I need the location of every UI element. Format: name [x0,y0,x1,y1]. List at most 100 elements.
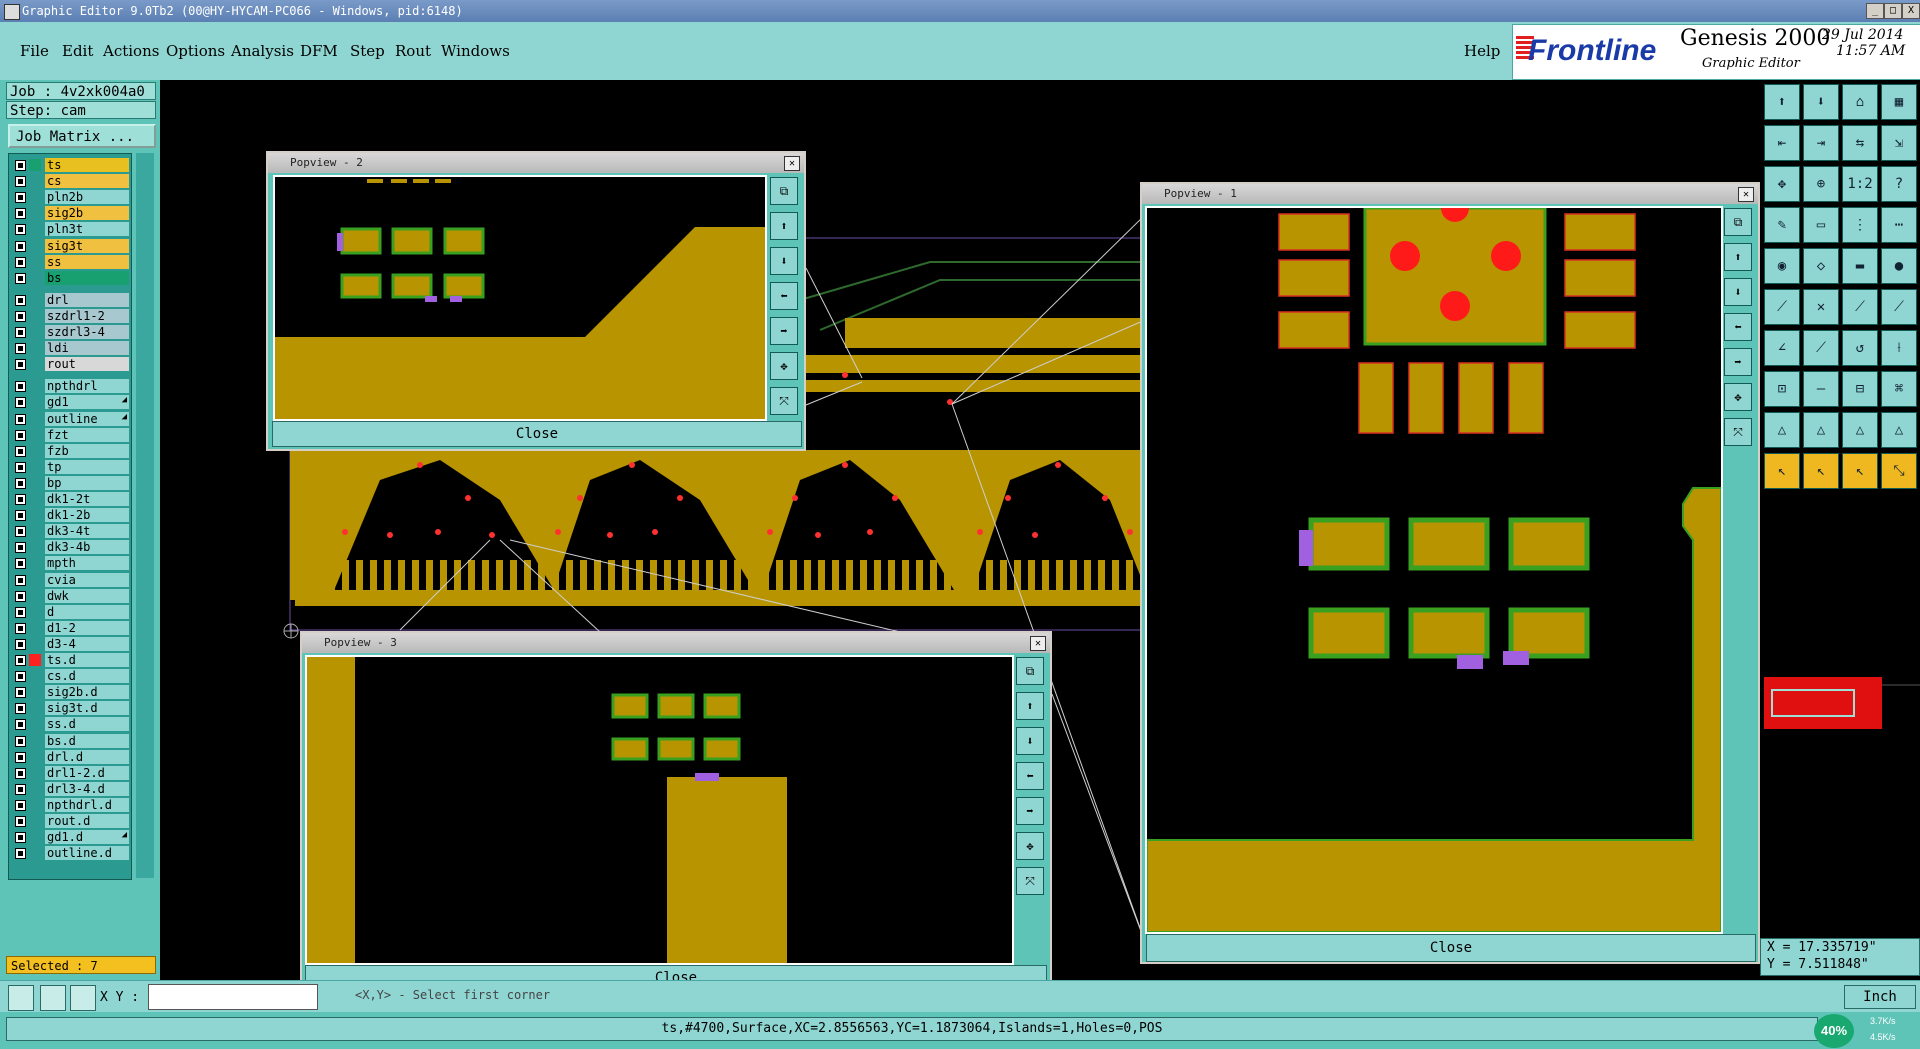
layer-row-ss.d[interactable]: ss.d [11,717,129,732]
layer-checkbox[interactable] [15,848,26,860]
palette-tool-20-icon[interactable]: ● [1881,248,1917,284]
layer-checkbox[interactable] [15,294,26,306]
layer-checkbox[interactable] [15,655,26,666]
palette-tool-28-icon[interactable]: ⟊ [1881,330,1917,366]
layer-checkbox[interactable] [15,719,26,731]
layer-checkbox[interactable] [15,574,26,586]
popview-1-tool-6[interactable]: ✥ [1724,383,1752,411]
layer-checkbox[interactable] [15,477,26,489]
layer-row-sig2b.d[interactable]: sig2b.d [11,685,129,700]
app-icon[interactable] [4,4,20,20]
overview-map[interactable] [1762,675,1920,733]
palette-tool-4-icon[interactable]: ▦ [1881,84,1917,120]
popview-2-tool-1[interactable]: ⧉ [770,177,798,205]
menu-dfm[interactable]: DFM [300,42,338,60]
palette-tool-21-icon[interactable]: ⟋ [1764,289,1800,325]
menu-step[interactable]: Step [350,42,385,60]
layer-row-d3-4[interactable]: d3-4 [11,636,129,651]
palette-tool-1-icon[interactable]: ⬆ [1764,84,1800,120]
popview-2-tool-5[interactable]: ➡ [770,317,798,345]
job-matrix-button[interactable]: Job Matrix ... [8,124,156,148]
menu-analysis[interactable]: Analysis [231,42,294,60]
layer-checkbox[interactable] [15,494,26,505]
layer-checkbox[interactable] [15,816,26,827]
popview-1-tool-2[interactable]: ⬆ [1724,243,1752,271]
popview-1-title[interactable]: Popview - 1 [1142,184,1758,204]
menu-actions[interactable]: Actions [103,42,159,60]
popview-2-canvas[interactable] [273,175,767,421]
layer-checkbox[interactable] [15,272,26,284]
layer-checkbox[interactable] [15,558,26,570]
layer-checkbox[interactable] [15,240,26,252]
layer-row-sig3t[interactable]: sig3t [11,238,129,253]
palette-tool-11-icon[interactable]: 1:2 [1842,166,1878,202]
layer-row-gd1[interactable]: gd1 ◢ [11,395,129,410]
layer-checkbox[interactable] [15,381,26,393]
layer-checkbox[interactable] [15,703,26,715]
popview-2-tool-3[interactable]: ⬇ [770,247,798,275]
palette-tool-8-icon[interactable]: ⇲ [1881,125,1917,161]
popview-2-tool-7[interactable]: ⤧ [770,387,798,415]
layer-row-mpth[interactable]: mpth [11,556,129,571]
menu-rout[interactable]: Rout [395,42,431,60]
popview-2-tool-4[interactable]: ⬅ [770,282,798,310]
layer-checkbox[interactable] [15,622,26,634]
layer-row-pln3t[interactable]: pln3t [11,222,129,237]
palette-tool-17-icon[interactable]: ◉ [1764,248,1800,284]
palette-tool-15-icon[interactable]: ⋮ [1842,207,1878,243]
popview-3-tool-5[interactable]: ➡ [1016,797,1044,825]
layer-checkbox[interactable] [15,327,26,338]
layer-checkbox[interactable] [15,783,26,795]
units-selector[interactable]: Inch [1844,985,1916,1009]
palette-tool-22-icon[interactable]: ✕ [1803,289,1839,325]
layer-checkbox[interactable] [15,192,26,204]
popview-1-tool-4[interactable]: ⬅ [1724,313,1752,341]
layer-row-fzb[interactable]: fzb [11,443,129,458]
popview-3-tool-3[interactable]: ⬇ [1016,727,1044,755]
snap-icon[interactable] [8,985,34,1011]
palette-tool-12-icon[interactable]: ? [1881,166,1917,202]
palette-tool-32-icon[interactable]: ⌘ [1881,371,1917,407]
layer-row-npthdrl[interactable]: npthdrl [11,379,129,394]
layer-checkbox[interactable] [15,832,26,844]
layer-row-fzt[interactable]: fzt [11,427,129,442]
palette-tool-16-icon[interactable]: ⋯ [1881,207,1917,243]
layer-checkbox[interactable] [15,397,26,409]
palette-tool-23-icon[interactable]: ⟋ [1842,289,1878,325]
popview-3-canvas[interactable] [305,655,1014,965]
grid-icon[interactable] [70,985,96,1011]
layer-row-drl[interactable]: drl [11,292,129,307]
popview-1-tool-3[interactable]: ⬇ [1724,278,1752,306]
layer-row-bp[interactable]: bp [11,475,129,490]
layer-row-bs[interactable]: bs [11,270,129,285]
layer-row-ldi[interactable]: ldi [11,341,129,356]
layer-list-scrollbar[interactable] [136,153,154,878]
layer-row-tp[interactable]: tp [11,459,129,474]
layer-checkbox[interactable] [15,751,26,763]
popview-1-close-icon[interactable]: ✕ [1738,187,1754,202]
palette-tool-7-icon[interactable]: ⇆ [1842,125,1878,161]
measure-icon[interactable] [40,985,66,1011]
palette-tool-19-icon[interactable]: ▬ [1842,248,1878,284]
layer-checkbox[interactable] [15,687,26,699]
palette-tool-38-icon[interactable]: ↖ [1803,453,1839,489]
popview-3-tool-2[interactable]: ⬆ [1016,692,1044,720]
palette-tool-39-icon[interactable]: ↖ [1842,453,1878,489]
popview-3-title[interactable]: Popview - 3 [302,633,1050,653]
layer-checkbox[interactable] [15,413,26,425]
layer-checkbox[interactable] [15,224,26,236]
palette-tool-30-icon[interactable]: — [1803,371,1839,407]
maximize-button[interactable]: □ [1884,3,1902,19]
palette-tool-5-icon[interactable]: ⇤ [1764,125,1800,161]
layer-row-bs.d[interactable]: bs.d [11,733,129,748]
palette-tool-24-icon[interactable]: ⟋ [1881,289,1917,325]
layer-row-drl3-4.d[interactable]: drl3-4.d [11,781,129,796]
layer-checkbox[interactable] [15,343,26,355]
palette-tool-36-icon[interactable]: △ [1881,412,1917,448]
layer-row-ts[interactable]: ts [11,158,129,172]
layer-row-ss[interactable]: ss [11,254,129,269]
close-window-button[interactable]: X [1902,3,1920,19]
layer-checkbox[interactable] [15,310,26,322]
menu-file[interactable]: File [20,42,49,60]
popview-3-tool-4[interactable]: ⬅ [1016,762,1044,790]
